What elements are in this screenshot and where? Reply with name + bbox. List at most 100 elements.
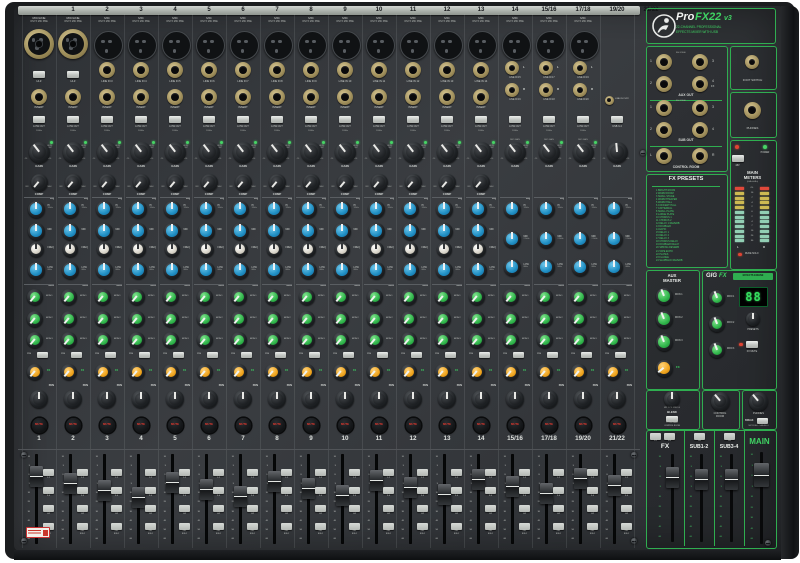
pfl-solo-button[interactable] <box>417 523 428 530</box>
fx-send-knob[interactable] <box>605 364 621 380</box>
comp-knob[interactable] <box>30 173 48 191</box>
pan-knob[interactable] <box>438 390 456 408</box>
eq-hi-knob[interactable] <box>537 200 555 218</box>
mute-button[interactable]: MUTE <box>235 417 251 433</box>
assign-button-1-2[interactable] <box>179 469 190 476</box>
assign-button-1-2[interactable] <box>349 469 360 476</box>
mon3-knob[interactable] <box>333 332 349 348</box>
eq-low-knob[interactable] <box>163 261 181 279</box>
fx-send-knob[interactable] <box>299 364 315 380</box>
eq-freq-knob[interactable] <box>470 241 486 257</box>
assign-button-3-4[interactable] <box>451 487 462 494</box>
mon1-knob[interactable] <box>469 289 485 305</box>
assign-button-3-4[interactable] <box>553 487 564 494</box>
comp-knob[interactable] <box>370 173 388 191</box>
sub34-track[interactable] <box>729 454 733 542</box>
assign-button-1-2[interactable] <box>315 469 326 476</box>
mon3-knob[interactable] <box>605 332 621 348</box>
eq-low-knob[interactable] <box>469 261 487 279</box>
assign-button-L-R[interactable] <box>587 505 598 512</box>
pan-knob[interactable] <box>98 390 116 408</box>
mon2-knob[interactable] <box>401 311 417 327</box>
eq-mid-knob[interactable] <box>265 222 283 240</box>
assign-button-3-4[interactable] <box>145 487 156 494</box>
eq-low-knob[interactable] <box>537 258 555 276</box>
low-cut-switch[interactable] <box>67 116 79 123</box>
eq-mid-knob[interactable] <box>571 230 589 248</box>
mon3-knob[interactable] <box>265 332 281 348</box>
low-cut-switch[interactable] <box>271 116 283 123</box>
fader-track[interactable] <box>170 454 174 544</box>
eq-hi-knob[interactable] <box>333 200 351 218</box>
eq-mid-knob[interactable] <box>435 222 453 240</box>
assign-button-L-R[interactable] <box>43 505 54 512</box>
eq-hi-knob[interactable] <box>299 200 317 218</box>
pfl-solo-button[interactable] <box>315 523 326 530</box>
assign-button-1-2[interactable] <box>111 469 122 476</box>
mute-button[interactable]: MUTE <box>303 417 319 433</box>
mon3-knob[interactable] <box>503 332 519 348</box>
pan-knob[interactable] <box>404 390 422 408</box>
fx-send-knob[interactable] <box>503 364 519 380</box>
eq-low-knob[interactable] <box>265 261 283 279</box>
eq-low-knob[interactable] <box>333 261 351 279</box>
mute-button[interactable]: MUTE <box>31 417 47 433</box>
eq-hi-knob[interactable] <box>163 200 181 218</box>
mon3-knob[interactable] <box>537 332 553 348</box>
assign-button-1-2[interactable] <box>77 469 88 476</box>
assign-button-3-4[interactable] <box>485 487 496 494</box>
gigfx-mon3-knob[interactable] <box>709 342 725 358</box>
eq-freq-knob[interactable] <box>300 241 316 257</box>
assign-button-L-R[interactable] <box>417 505 428 512</box>
pan-knob[interactable] <box>540 390 558 408</box>
pan-knob[interactable] <box>64 390 82 408</box>
low-cut-switch[interactable] <box>101 116 113 123</box>
pfl-solo-button[interactable] <box>111 523 122 530</box>
mon3-knob[interactable] <box>299 332 315 348</box>
low-cut-switch[interactable] <box>441 116 453 123</box>
eq-mid-knob[interactable] <box>503 230 521 248</box>
pre-switch[interactable] <box>173 351 184 358</box>
pfl-solo-button[interactable] <box>519 523 530 530</box>
mon1-knob[interactable] <box>401 289 417 305</box>
pfl-solo-button[interactable] <box>587 523 598 530</box>
comp-knob[interactable] <box>302 173 320 191</box>
fx-send-knob[interactable] <box>333 364 349 380</box>
mon2-knob[interactable] <box>333 311 349 327</box>
eq-low-knob[interactable] <box>401 261 419 279</box>
low-cut-switch[interactable] <box>339 116 351 123</box>
fader-track[interactable] <box>306 454 310 544</box>
mon1-knob[interactable] <box>61 289 77 305</box>
eq-mid-knob[interactable] <box>95 222 113 240</box>
assign-button-3-4[interactable] <box>383 487 394 494</box>
pre-switch[interactable] <box>37 351 48 358</box>
hiz-switch[interactable] <box>33 71 45 78</box>
mon1-knob[interactable] <box>367 289 383 305</box>
pan-knob[interactable] <box>200 390 218 408</box>
pan-knob[interactable] <box>166 390 184 408</box>
fx-send-knob[interactable] <box>367 364 383 380</box>
eq-low-knob[interactable] <box>367 261 385 279</box>
fader-track[interactable] <box>510 454 514 544</box>
eq-low-knob[interactable] <box>299 261 317 279</box>
eq-low-knob[interactable] <box>61 261 79 279</box>
mon3-knob[interactable] <box>61 332 77 348</box>
eq-freq-knob[interactable] <box>368 241 384 257</box>
pfl-solo-button[interactable] <box>485 523 496 530</box>
mute-button[interactable]: MUTE <box>507 417 523 433</box>
mon1-knob[interactable] <box>95 289 111 305</box>
eq-mid-knob[interactable] <box>299 222 317 240</box>
assign-button-1-2[interactable] <box>519 469 530 476</box>
assign-button-L-R[interactable] <box>145 505 156 512</box>
low-cut-switch[interactable] <box>237 116 249 123</box>
eq-freq-knob[interactable] <box>96 241 112 257</box>
low-cut-switch[interactable] <box>509 116 521 123</box>
eq-hi-knob[interactable] <box>435 200 453 218</box>
assign-button-L-R[interactable] <box>621 505 632 512</box>
assign-button-3-4[interactable] <box>519 487 530 494</box>
eq-freq-knob[interactable] <box>62 241 78 257</box>
pfl-solo-button[interactable] <box>383 523 394 530</box>
mon1-knob[interactable] <box>537 289 553 305</box>
hiz-switch[interactable] <box>67 71 79 78</box>
usb-switch[interactable] <box>611 116 623 123</box>
